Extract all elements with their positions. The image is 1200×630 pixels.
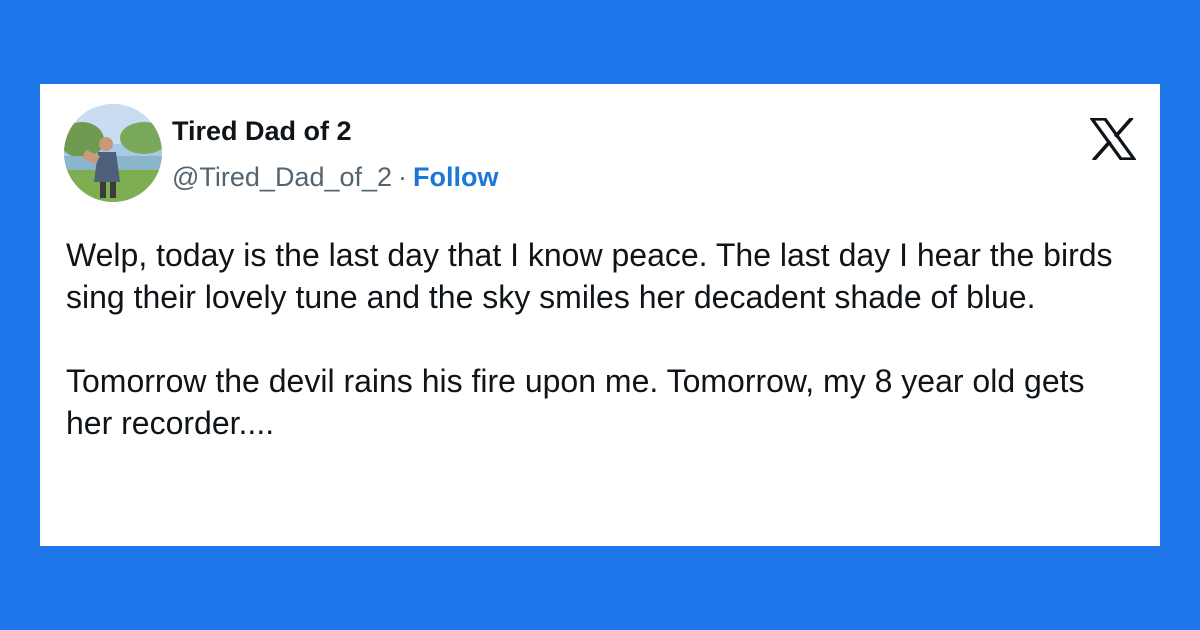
tweet-paragraph: Welp, today is the last day that I know … <box>66 237 1113 315</box>
avatar-photo <box>64 104 162 202</box>
follow-button[interactable]: Follow <box>413 162 498 192</box>
author-handle-row: @Tired_Dad_of_2 · Follow <box>172 160 499 194</box>
tweet-body: Welp, today is the last day that I know … <box>66 234 1136 444</box>
author-handle[interactable]: @Tired_Dad_of_2 <box>172 162 392 192</box>
x-logo-glyph <box>1088 116 1138 162</box>
avatar[interactable] <box>64 104 162 202</box>
screenshot-frame: Tired Dad of 2 @Tired_Dad_of_2 · Follow We… <box>0 0 1200 630</box>
x-logo-icon[interactable] <box>1088 116 1138 162</box>
tweet-card: Tired Dad of 2 @Tired_Dad_of_2 · Follow We… <box>40 84 1160 546</box>
separator-dot: · <box>398 162 408 192</box>
author-display-name[interactable]: Tired Dad of 2 <box>172 115 352 147</box>
tweet-paragraph: Tomorrow the devil rains his fire upon m… <box>66 363 1085 441</box>
